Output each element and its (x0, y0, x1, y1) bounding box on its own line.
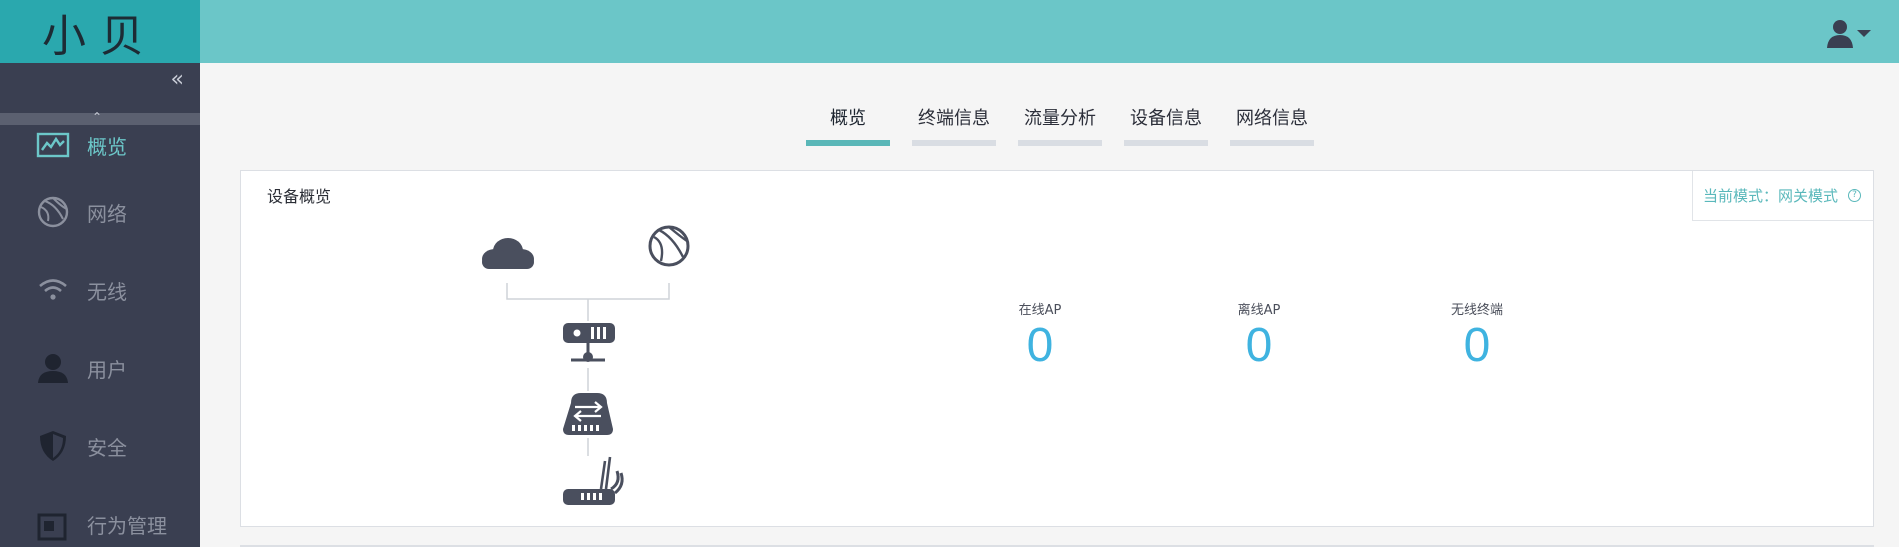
sidebar-item-network[interactable]: 网络 (0, 173, 200, 251)
stat-label: 无线终端 (1450, 303, 1503, 318)
monitor-chart-icon (36, 132, 70, 158)
stat-value: 0 (1026, 319, 1054, 372)
sidebar-item-overview[interactable]: 概览 (0, 117, 200, 173)
sidebar-item-wireless[interactable]: 无线 (0, 251, 200, 329)
stat-wireless-clients: 无线终端 0 (1417, 299, 1537, 374)
user-menu-button[interactable] (1826, 18, 1871, 48)
tab-overview[interactable]: 概览 (806, 104, 890, 146)
internet-globe-icon (648, 225, 690, 267)
sidebar-item-label: 概览 (87, 134, 127, 159)
sidebar-item-label: 用户 (87, 357, 127, 382)
user-avatar-icon (1827, 20, 1853, 48)
help-icon[interactable]: ? (1848, 189, 1861, 202)
chevron-down-icon (1857, 29, 1871, 37)
sidebar-item-label: 无线 (87, 279, 127, 304)
wifi-icon (39, 279, 67, 300)
collapse-row: « (0, 63, 200, 113)
tab-traffic-analysis[interactable]: 流量分析 (1018, 104, 1102, 146)
tab-terminal-info[interactable]: 终端信息 (912, 104, 996, 146)
sidebar-item-users[interactable]: 用户 (0, 329, 200, 407)
tab-network-info[interactable]: 网络信息 (1230, 104, 1314, 146)
access-point-icon (563, 456, 624, 505)
scroll-up-icon[interactable]: ⌃ (92, 110, 102, 124)
mode-text: 当前模式：网关模式 (1702, 187, 1838, 205)
device-overview-panel: 设备概览 当前模式：网关模式 ? 在线AP 0 离线AP 0 无线终端 0 (240, 170, 1874, 527)
stat-online-ap: 在线AP 0 (980, 299, 1100, 374)
sidebar-menu: 概览 网络 无线 用户 安全 行为管理 (0, 117, 200, 547)
sidebar-item-behavior[interactable]: 行为管理 (0, 485, 200, 547)
logo[interactable]: 小贝 (0, 0, 200, 63)
tab-device-info[interactable]: 设备信息 (1124, 104, 1208, 146)
shield-icon (40, 431, 66, 461)
sidebar-scroll-bar[interactable]: ⌃ (0, 110, 200, 125)
globe-icon (37, 196, 69, 228)
stat-value: 0 (1245, 319, 1273, 372)
cloud-icon (482, 238, 534, 269)
stat-label: 离线AP (1237, 303, 1281, 318)
user-icon (38, 354, 68, 383)
stat-offline-ap: 离线AP 0 (1199, 299, 1319, 374)
sidebar-item-label: 行为管理 (87, 513, 167, 538)
current-mode-indicator: 当前模式：网关模式 ? (1691, 171, 1873, 221)
collapse-sidebar-button[interactable]: « (171, 67, 184, 92)
sidebar-item-security[interactable]: 安全 (0, 407, 200, 485)
sidebar-item-label: 安全 (87, 435, 127, 460)
gateway-icon (563, 323, 615, 362)
sidebar-item-label: 网络 (87, 201, 127, 226)
sidebar: 小贝 « ⌃ 概览 网络 无线 用户 安全 行为管理 (0, 0, 200, 547)
switch-icon (563, 393, 613, 435)
behavior-icon (37, 513, 67, 541)
top-header (200, 0, 1899, 63)
stat-label: 在线AP (1018, 303, 1062, 318)
tab-bar: 概览 终端信息 流量分析 设备信息 网络信息 (806, 104, 1336, 146)
network-topology (482, 225, 690, 505)
stat-value: 0 (1463, 319, 1491, 372)
